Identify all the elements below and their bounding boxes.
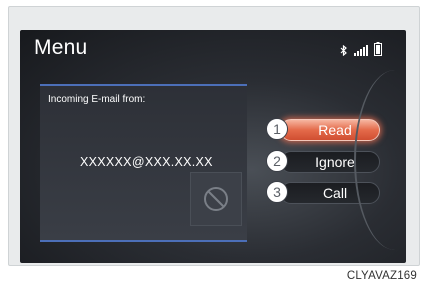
battery-icon [374, 42, 382, 56]
panel-header: Incoming E-mail from: [48, 94, 146, 105]
no-entry-icon [190, 172, 242, 226]
bluetooth-icon [340, 45, 348, 56]
head-unit-screen: Menu Incoming E-mail from: XXXXXX@XXX.XX… [20, 30, 406, 263]
decorative-arc [354, 70, 406, 250]
status-bar [340, 42, 382, 56]
sender-email: XXXXXX@XXX.XX.XX [80, 155, 213, 169]
callout-number-1: 1 [266, 118, 288, 140]
callout-number-3: 3 [266, 181, 288, 203]
incoming-email-panel: Incoming E-mail from: XXXXXX@XXX.XX.XX [40, 84, 247, 242]
callout-number-2: 2 [266, 150, 288, 172]
screen-title: Menu [34, 36, 88, 59]
figure-caption: CLYAVAZ169 [346, 270, 417, 282]
signal-strength-icon [354, 45, 368, 56]
